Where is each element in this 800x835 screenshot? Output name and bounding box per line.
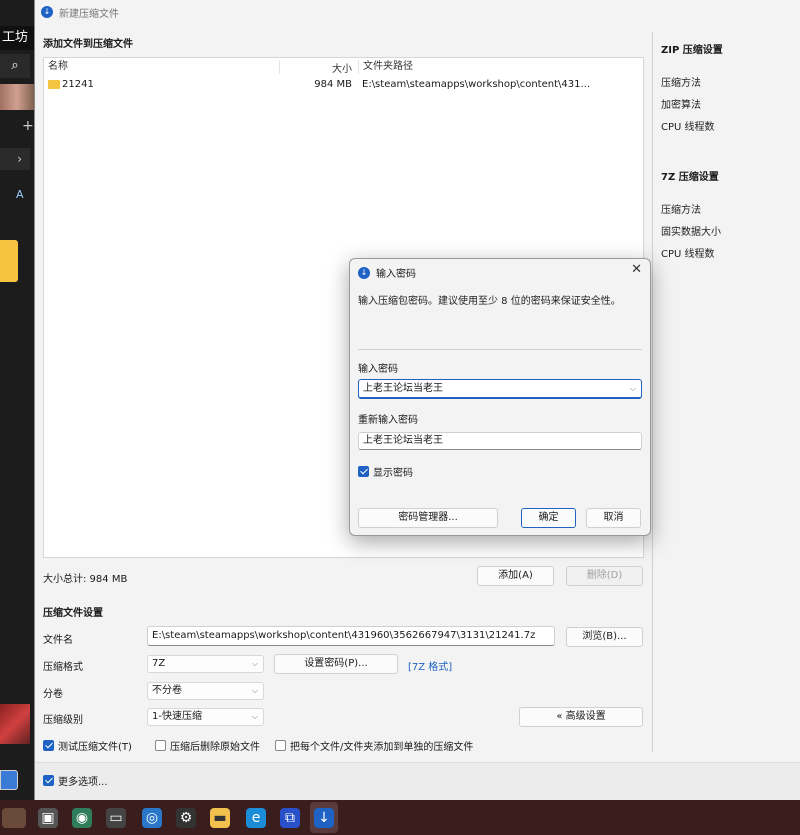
- split-label: 分卷: [43, 689, 63, 700]
- globe-icon[interactable]: ◉: [72, 808, 92, 828]
- password-manager-button[interactable]: 密码管理器...: [358, 508, 498, 528]
- bottom-bar: 更多选项...: [35, 762, 800, 800]
- zip-encryption[interactable]: 加密算法: [661, 96, 701, 111]
- background-app-title: 工坊: [0, 26, 34, 50]
- files-section-title: 添加文件到压缩文件: [43, 39, 133, 50]
- split-select[interactable]: 不分卷 ⌵: [147, 682, 264, 700]
- sevenz-method[interactable]: 压缩方法: [661, 201, 701, 216]
- checkbox-checked[interactable]: [43, 775, 54, 786]
- password-input[interactable]: 上老王论坛当老王 ⌵: [358, 379, 642, 399]
- password-dialog: ↓ 输入密码 ✕ 输入压缩包密码。建议使用至少 8 位的密码来保证安全性。 输入…: [349, 258, 651, 536]
- test-archive-checkbox[interactable]: 测试压缩文件(T): [43, 738, 132, 753]
- filename-label: 文件名: [43, 635, 73, 646]
- password-label: 输入密码: [358, 364, 398, 375]
- zip-cpu-threads[interactable]: CPU 线程数: [661, 118, 715, 133]
- background-thumbnail: [0, 84, 34, 110]
- format-select[interactable]: 7Z ⌵: [147, 655, 264, 673]
- format-info-link[interactable]: [7Z 格式]: [408, 658, 452, 673]
- sevenz-cpu-threads[interactable]: CPU 线程数: [661, 245, 715, 260]
- settings-sidebar: ZIP 压缩设置 压缩方法 加密算法 CPU 线程数 7Z 压缩设置 压缩方法 …: [652, 32, 800, 752]
- checkbox-unchecked[interactable]: [155, 740, 166, 751]
- chevron-down-icon: ⌵: [251, 686, 258, 695]
- set-password-button[interactable]: 设置密码(P)...: [274, 654, 398, 674]
- settings-app-icon[interactable]: ◎: [142, 808, 162, 828]
- total-size: 大小总计: 984 MB: [43, 574, 128, 585]
- confirm-password-input[interactable]: 上老王论坛当老王: [358, 432, 642, 450]
- sevenz-solid-size[interactable]: 固实数据大小: [661, 223, 721, 238]
- checkbox-checked[interactable]: [358, 466, 369, 477]
- settings-section-title: 压缩文件设置: [43, 608, 103, 619]
- task-view-icon[interactable]: ▣: [38, 808, 58, 828]
- chevron-right-icon[interactable]: ›: [0, 148, 30, 170]
- file-path: E:\steam\steamapps\workshop\content\431.…: [362, 78, 590, 90]
- ok-button[interactable]: 确定: [521, 508, 576, 528]
- divider: [358, 349, 642, 350]
- zip-settings-header: ZIP 压缩设置: [661, 45, 723, 56]
- confirm-password-label: 重新输入密码: [358, 415, 418, 426]
- filename-input[interactable]: E:\steam\steamapps\workshop\content\4319…: [147, 626, 555, 646]
- format-label: 压缩格式: [43, 662, 83, 673]
- dialog-message: 输入压缩包密码。建议使用至少 8 位的密码来保证安全性。: [358, 296, 621, 307]
- column-size[interactable]: 大小: [280, 60, 358, 75]
- column-path[interactable]: 文件夹路径: [358, 60, 643, 74]
- remote-app-icon[interactable]: ⧉: [280, 808, 300, 828]
- app-logo-icon: ↓: [41, 6, 53, 18]
- app-logo-icon: ↓: [358, 266, 370, 279]
- cancel-button[interactable]: 取消: [586, 508, 641, 528]
- checkbox-unchecked[interactable]: [275, 740, 286, 751]
- taskbar: ▣ ◉ ▭ ◎ ⚙ ▬ e ⧉ ↓: [0, 800, 800, 835]
- file-list-header: 名称 大小 文件夹路径: [44, 58, 643, 76]
- zip-method[interactable]: 压缩方法: [661, 74, 701, 89]
- widgets-icon[interactable]: [2, 808, 26, 828]
- close-icon[interactable]: ✕: [631, 262, 642, 277]
- chevron-down-icon: ⌵: [251, 659, 258, 668]
- chevron-down-icon[interactable]: ⌵: [630, 380, 636, 397]
- table-row[interactable]: 21241 984 MB E:\steam\steamapps\workshop…: [44, 76, 643, 92]
- sevenz-settings-header: 7Z 压缩设置: [661, 172, 719, 183]
- translate-icon[interactable]: A: [16, 188, 24, 201]
- window-titlebar: ↓ 新建压缩文件: [35, 0, 800, 24]
- folder-icon: [48, 79, 60, 89]
- chevron-down-icon: ⌵: [251, 712, 258, 721]
- file-explorer-icon[interactable]: ▬: [210, 808, 230, 828]
- background-thumbnail-2: [0, 704, 30, 744]
- delete-after-checkbox[interactable]: 压缩后删除原始文件: [155, 738, 260, 753]
- folder-icon: [0, 240, 18, 282]
- archive-app-icon[interactable]: ↓: [314, 808, 334, 828]
- background-button[interactable]: [0, 770, 18, 790]
- dialog-titlebar: ↓ 输入密码: [358, 265, 416, 280]
- plus-icon[interactable]: +: [22, 118, 34, 136]
- file-name: 21241: [62, 78, 94, 90]
- checkbox-checked[interactable]: [43, 740, 54, 751]
- each-separate-checkbox[interactable]: 把每个文件/文件夹添加到单独的压缩文件: [275, 738, 473, 753]
- monitor-icon[interactable]: ▭: [106, 808, 126, 828]
- dialog-title: 输入密码: [376, 269, 416, 280]
- dev-tool-icon[interactable]: ⚙: [176, 808, 196, 828]
- column-name[interactable]: 名称: [44, 60, 280, 74]
- level-label: 压缩级别: [43, 715, 83, 726]
- edge-browser-icon[interactable]: e: [246, 808, 266, 828]
- level-select[interactable]: 1-快速压缩 ⌵: [147, 708, 264, 726]
- file-size: 984 MB: [314, 78, 352, 90]
- search-icon[interactable]: ⌕: [0, 54, 30, 78]
- background-app: 工坊 ⌕ + › A: [0, 0, 34, 800]
- more-options-checkbox[interactable]: 更多选项...: [43, 773, 108, 788]
- browse-button[interactable]: 浏览(B)...: [566, 627, 643, 647]
- advanced-settings-button[interactable]: « 高级设置: [519, 707, 643, 727]
- add-button[interactable]: 添加(A): [477, 566, 554, 586]
- show-password-checkbox[interactable]: 显示密码: [358, 464, 413, 479]
- window-title: 新建压缩文件: [59, 8, 119, 20]
- delete-button[interactable]: 删除(D): [566, 566, 643, 586]
